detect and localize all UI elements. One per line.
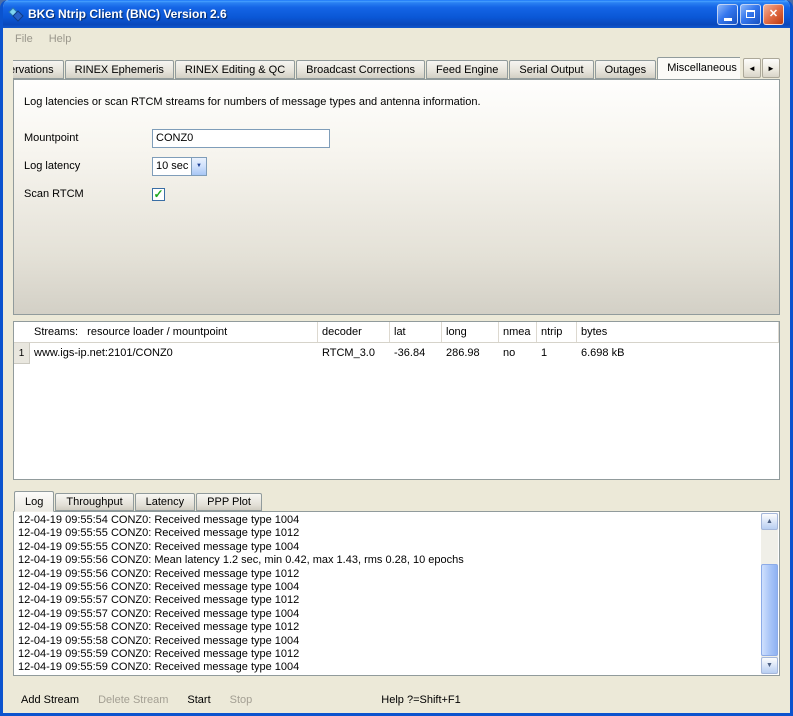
scroll-thumb[interactable] (761, 564, 778, 656)
stream-cell-3: 286.98 (442, 343, 499, 364)
log-line: 12-04-19 09:55:56 CONZ0: Received messag… (18, 581, 759, 594)
close-button[interactable]: ✕ (763, 4, 784, 25)
panel-description: Log latencies or scan RTCM streams for n… (24, 96, 769, 108)
log-lines: 12-04-19 09:55:54 CONZ0: Received messag… (18, 514, 759, 675)
close-icon: ✕ (769, 9, 778, 20)
stream-cell-0: www.igs-ip.net:2101/CONZ0 (30, 343, 318, 364)
menu-bar: FileHelp (3, 28, 790, 50)
app-window: BKG Ntrip Client (BNC) Version 2.6 ✕ Fil… (0, 0, 793, 716)
log-scrollbar[interactable]: ▲ ▼ (761, 513, 778, 674)
title-bar[interactable]: BKG Ntrip Client (BNC) Version 2.6 ✕ (3, 0, 790, 28)
chevron-down-icon: ▼ (196, 163, 202, 169)
log-latency-select[interactable]: 10 sec ▼ (152, 157, 207, 176)
log-line: 12-04-19 09:55:55 CONZ0: Received messag… (18, 541, 759, 554)
combo-dropdown-button[interactable]: ▼ (191, 158, 206, 175)
status-bar: Add Stream Delete Stream Start Stop Help ?=… (13, 687, 780, 713)
log-line: 12-04-19 09:55:58 CONZ0: Received messag… (18, 635, 759, 648)
log-line: 12-04-19 09:55:56 CONZ0: Received messag… (18, 568, 759, 581)
column-header-mountpoint[interactable]: Streams: resource loader / mountpoint (30, 322, 318, 342)
stream-cell-1: RTCM_3.0 (318, 343, 390, 364)
scroll-up-button[interactable]: ▲ (761, 513, 778, 530)
column-header-nmea[interactable]: nmea (499, 322, 537, 342)
stream-cell-2: -36.84 (390, 343, 442, 364)
tab-scroll-right-button[interactable]: ► (762, 58, 780, 78)
app-icon (8, 6, 24, 22)
down-arrow-icon: ▼ (766, 662, 773, 669)
right-arrow-icon: ► (767, 64, 775, 73)
streams-header: Streams: resource loader / mountpointdec… (14, 322, 779, 343)
menu-file[interactable]: File (7, 31, 41, 47)
log-line: 12-04-19 09:55:56 CONZ0: Mean latency 1.… (18, 554, 759, 567)
streams-body[interactable]: 1www.igs-ip.net:2101/CONZ0RTCM_3.0-36.84… (14, 343, 779, 479)
tab-ppp-plot[interactable]: PPP Plot (196, 493, 262, 511)
tab-scroll-left-button[interactable]: ◄ (743, 58, 761, 78)
status-actions: Add Stream Delete Stream Start Stop (21, 694, 271, 706)
log-line: 12-04-19 09:55:58 CONZ0: Received messag… (18, 621, 759, 634)
column-header-decoder[interactable]: decoder (318, 322, 390, 342)
tab-log[interactable]: Log (14, 491, 54, 512)
scan-rtcm-checkbox[interactable]: ✓ (152, 188, 165, 201)
maximize-button[interactable] (740, 4, 761, 25)
log-pane[interactable]: 12-04-19 09:55:54 CONZ0: Received messag… (13, 511, 780, 676)
stream-cell-6: 6.698 kB (577, 343, 779, 364)
miscellaneous-panel: Log latencies or scan RTCM streams for n… (13, 79, 780, 315)
stream-cell-4: no (499, 343, 537, 364)
tab-rinex-ephemeris[interactable]: RINEX Ephemeris (65, 60, 174, 79)
bottom-tab-bar: LogThroughputLatencyPPP Plot (13, 490, 780, 511)
menu-help[interactable]: Help (41, 31, 80, 47)
streams-table: Streams: resource loader / mountpointdec… (13, 321, 780, 480)
left-arrow-icon: ◄ (748, 64, 756, 73)
tab-ervations[interactable]: ervations (13, 60, 64, 79)
tab-miscellaneous[interactable]: Miscellaneous (657, 57, 740, 79)
scan-rtcm-row: Scan RTCM ✓ (24, 184, 769, 204)
row-number[interactable]: 1 (14, 343, 30, 364)
maximize-icon (746, 10, 755, 18)
main-tab-bar-items: ervationsRINEX EphemerisRINEX Editing & … (13, 56, 740, 79)
scan-rtcm-label: Scan RTCM (24, 188, 152, 200)
tab-serial-output[interactable]: Serial Output (509, 60, 593, 79)
log-line: 12-04-19 09:55:59 CONZ0: Received messag… (18, 648, 759, 661)
mountpoint-row: Mountpoint (24, 128, 769, 148)
main-tab-bar: ervationsRINEX EphemerisRINEX Editing & … (13, 56, 780, 79)
scroll-down-button[interactable]: ▼ (761, 657, 778, 674)
stream-cell-5: 1 (537, 343, 577, 364)
log-line: 12-04-19 09:55:57 CONZ0: Received messag… (18, 608, 759, 621)
help-hint: Help ?=Shift+F1 (381, 694, 461, 706)
action-start[interactable]: Start (187, 694, 210, 706)
window-controls: ✕ (717, 4, 784, 25)
tab-latency[interactable]: Latency (135, 493, 196, 511)
log-line: 12-04-19 09:55:55 CONZ0: Received messag… (18, 527, 759, 540)
window-title: BKG Ntrip Client (BNC) Version 2.6 (28, 7, 713, 21)
bottom-tab-widget: LogThroughputLatencyPPP Plot 12-04-19 09… (13, 490, 780, 676)
tab-broadcast-corrections[interactable]: Broadcast Corrections (296, 60, 425, 79)
column-header-bytes[interactable]: bytes (577, 322, 779, 342)
log-line: 12-04-19 09:55:54 CONZ0: Received messag… (18, 514, 759, 527)
log-latency-value: 10 sec (153, 158, 191, 175)
up-arrow-icon: ▲ (766, 518, 773, 525)
column-header-ntrip[interactable]: ntrip (537, 322, 577, 342)
column-header-lat[interactable]: lat (390, 322, 442, 342)
column-header-long[interactable]: long (442, 322, 499, 342)
log-latency-row: Log latency 10 sec ▼ (24, 156, 769, 176)
tab-outages[interactable]: Outages (595, 60, 657, 79)
log-latency-label: Log latency (24, 160, 152, 172)
tab-scrollers: ◄ ► (743, 58, 780, 78)
action-add-stream[interactable]: Add Stream (21, 694, 79, 706)
main-content: ervationsRINEX EphemerisRINEX Editing & … (3, 50, 790, 713)
stream-row[interactable]: 1www.igs-ip.net:2101/CONZ0RTCM_3.0-36.84… (14, 343, 779, 364)
tab-rinex-editing-qc[interactable]: RINEX Editing & QC (175, 60, 295, 79)
minimize-icon (724, 18, 732, 21)
minimize-button[interactable] (717, 4, 738, 25)
action-delete-stream[interactable]: Delete Stream (98, 694, 168, 706)
mountpoint-input[interactable] (152, 129, 330, 148)
main-tab-clip: ervationsRINEX EphemerisRINEX Editing & … (13, 56, 740, 79)
tab-throughput[interactable]: Throughput (55, 493, 133, 511)
action-stop[interactable]: Stop (230, 694, 253, 706)
log-line: 12-04-19 09:55:57 CONZ0: Received messag… (18, 594, 759, 607)
mountpoint-label: Mountpoint (24, 132, 152, 144)
scroll-track[interactable] (761, 530, 778, 657)
streams-corner-cell (14, 322, 30, 342)
tab-feed-engine[interactable]: Feed Engine (426, 60, 508, 79)
log-line: 12-04-19 09:55:59 CONZ0: Received messag… (18, 661, 759, 674)
